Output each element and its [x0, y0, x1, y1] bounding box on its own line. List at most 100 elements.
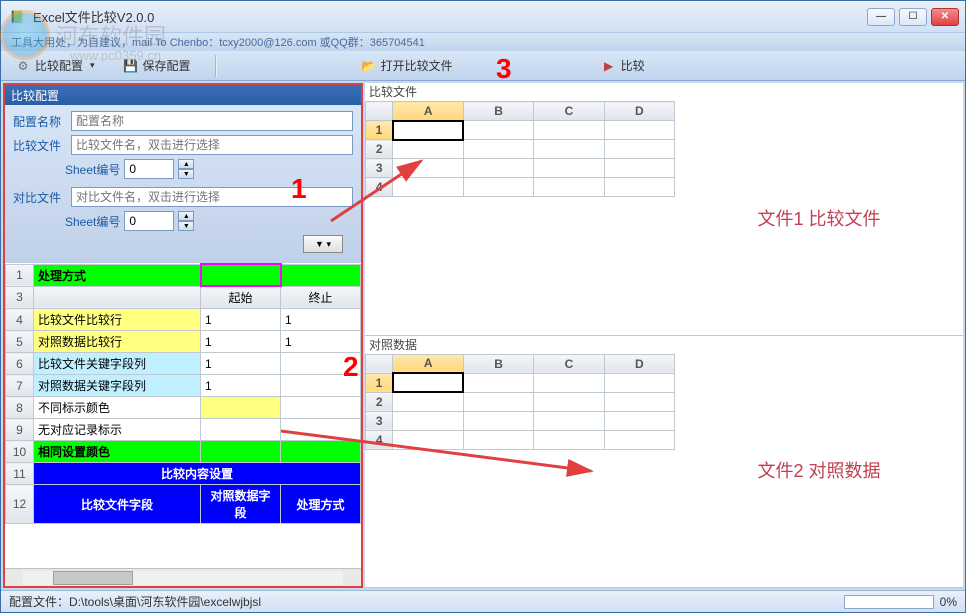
sheet-no-input-2[interactable]: [124, 211, 174, 231]
row-header[interactable]: 11: [6, 463, 34, 485]
grid-cell[interactable]: [463, 430, 533, 449]
grid-cell[interactable]: 1: [201, 331, 281, 353]
save-config-button[interactable]: 💾 保存配置: [119, 55, 195, 76]
grid-cell[interactable]: [534, 392, 604, 411]
config-name-input[interactable]: [71, 111, 353, 131]
compare-content-header[interactable]: 比较内容设置: [34, 463, 361, 485]
col-header[interactable]: B: [463, 102, 533, 121]
grid-cell[interactable]: [281, 441, 361, 463]
spinner-down-icon[interactable]: ▼: [178, 221, 194, 231]
grid-cell[interactable]: 处理方式: [281, 485, 361, 524]
grid-cell[interactable]: [604, 121, 674, 140]
grid-cell[interactable]: [534, 411, 604, 430]
row-header[interactable]: 1: [366, 373, 393, 392]
grid-cell[interactable]: [393, 121, 463, 140]
contrast-data-grid[interactable]: ABCD 1 2 3 4: [365, 354, 675, 588]
grid-cell[interactable]: [201, 441, 281, 463]
col-header[interactable]: A: [393, 354, 463, 373]
sheet-spinner-1[interactable]: ▲ ▼: [178, 159, 194, 179]
grid-cell[interactable]: [201, 397, 281, 419]
grid-cell[interactable]: [463, 159, 533, 178]
grid-cell[interactable]: [534, 178, 604, 197]
grid-cell[interactable]: [281, 397, 361, 419]
col-end-header[interactable]: 终止: [281, 286, 361, 309]
grid-corner[interactable]: [366, 102, 393, 121]
grid-cell[interactable]: 对照数据比较行: [34, 331, 201, 353]
sheet-no-input-1[interactable]: [124, 159, 174, 179]
row-header[interactable]: 10: [6, 441, 34, 463]
row-header[interactable]: 7: [6, 375, 34, 397]
grid-cell[interactable]: [604, 411, 674, 430]
grid-cell[interactable]: [34, 286, 201, 309]
grid-cell[interactable]: [393, 373, 463, 392]
col-header[interactable]: A: [393, 102, 463, 121]
spinner-down-icon[interactable]: ▼: [178, 169, 194, 179]
grid-cell[interactable]: [393, 140, 463, 159]
contrast-file-input[interactable]: [71, 187, 353, 207]
row-header[interactable]: 2: [366, 392, 393, 411]
grid-cell[interactable]: 比较文件比较行: [34, 309, 201, 331]
grid-cell[interactable]: [201, 419, 281, 441]
selected-cell[interactable]: [201, 264, 281, 286]
row-header[interactable]: 2: [366, 140, 393, 159]
compare-button[interactable]: ▶ 比较: [597, 55, 649, 76]
compare-config-button[interactable]: ⚙ 比较配置: [11, 55, 99, 76]
col-header[interactable]: D: [604, 102, 674, 121]
grid-cell[interactable]: [604, 430, 674, 449]
compare-file-grid[interactable]: ABCD 1 2 3 4: [365, 101, 675, 335]
grid-cell[interactable]: 1: [201, 353, 281, 375]
grid-cell[interactable]: [281, 375, 361, 397]
grid-cell[interactable]: [393, 178, 463, 197]
row-header[interactable]: 8: [6, 397, 34, 419]
expand-button[interactable]: ▼ ▾: [303, 235, 343, 253]
open-compare-file-button[interactable]: 📂 打开比较文件: [357, 55, 457, 76]
col-header[interactable]: B: [463, 354, 533, 373]
grid-cell[interactable]: 不同标示颜色: [34, 397, 201, 419]
grid-cell[interactable]: 1: [201, 375, 281, 397]
row-header[interactable]: 4: [366, 178, 393, 197]
grid-cell[interactable]: [534, 373, 604, 392]
spinner-up-icon[interactable]: ▲: [178, 159, 194, 169]
grid-cell[interactable]: [463, 411, 533, 430]
grid-cell[interactable]: [534, 159, 604, 178]
grid-cell[interactable]: [604, 159, 674, 178]
grid-cell[interactable]: 对照数据关键字段列: [34, 375, 201, 397]
grid-cell[interactable]: [534, 430, 604, 449]
col-header[interactable]: D: [604, 354, 674, 373]
grid-cell[interactable]: [604, 178, 674, 197]
grid-cell[interactable]: 1: [201, 309, 281, 331]
grid-cell[interactable]: [463, 178, 533, 197]
grid-cell[interactable]: [281, 419, 361, 441]
grid-cell[interactable]: [604, 140, 674, 159]
maximize-button[interactable]: ☐: [899, 8, 927, 26]
row-header[interactable]: 3: [366, 411, 393, 430]
row-header[interactable]: 6: [6, 353, 34, 375]
grid-cell[interactable]: 比较文件字段: [34, 485, 201, 524]
row-header[interactable]: 4: [366, 430, 393, 449]
grid-cell[interactable]: [393, 411, 463, 430]
row-header[interactable]: 12: [6, 485, 34, 524]
row-header[interactable]: 1: [366, 121, 393, 140]
grid-cell[interactable]: [281, 353, 361, 375]
grid-cell[interactable]: [463, 373, 533, 392]
config-grid[interactable]: 1 处理方式 3 起始 终止 4比较文件比较行11 5对照数据比较行11 6比较…: [5, 263, 361, 568]
grid-cell[interactable]: [534, 121, 604, 140]
row-header[interactable]: 4: [6, 309, 34, 331]
grid-cell[interactable]: [281, 264, 361, 286]
horizontal-scrollbar[interactable]: [5, 568, 361, 586]
sheet-spinner-2[interactable]: ▲ ▼: [178, 211, 194, 231]
grid-cell[interactable]: [393, 159, 463, 178]
col-header[interactable]: C: [534, 102, 604, 121]
col-header[interactable]: C: [534, 354, 604, 373]
grid-cell[interactable]: 1: [281, 309, 361, 331]
close-button[interactable]: ✕: [931, 8, 959, 26]
row-header[interactable]: 1: [6, 264, 34, 286]
spinner-up-icon[interactable]: ▲: [178, 211, 194, 221]
process-mode-cell[interactable]: 处理方式: [34, 264, 201, 286]
col-start-header[interactable]: 起始: [201, 286, 281, 309]
grid-cell[interactable]: 1: [281, 331, 361, 353]
grid-cell[interactable]: [463, 392, 533, 411]
grid-cell[interactable]: [534, 140, 604, 159]
scrollbar-thumb[interactable]: [53, 571, 133, 585]
grid-cell[interactable]: 相同设置颜色: [34, 441, 201, 463]
